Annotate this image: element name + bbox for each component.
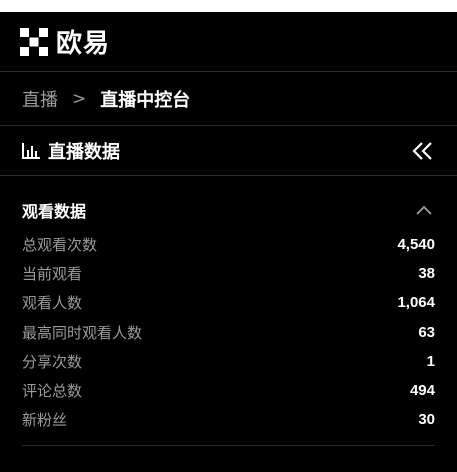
stat-label: 评论总数 — [22, 382, 83, 401]
breadcrumb-parent-link[interactable]: 直播 — [22, 86, 58, 112]
stat-label: 当前观看 — [22, 265, 83, 284]
stat-row-shares: 分享次数 1 — [22, 347, 435, 376]
app-header: 欧易 — [0, 12, 457, 72]
stat-label: 新粉丝 — [22, 411, 68, 430]
collapse-panel-button[interactable] — [411, 139, 435, 163]
breadcrumb-separator-icon: > — [72, 88, 87, 109]
stat-row-total-views: 总观看次数 4,540 — [22, 230, 435, 259]
breadcrumb-current: 直播中控台 — [100, 89, 191, 111]
brand-name[interactable]: 欧易 — [56, 23, 110, 60]
stat-label: 最高同时观看人数 — [22, 323, 143, 342]
stat-value: 38 — [418, 265, 435, 283]
stat-value: 30 — [418, 411, 435, 429]
stat-value: 1,064 — [397, 294, 435, 312]
stat-label: 观看人数 — [22, 294, 83, 313]
bar-chart-icon — [22, 142, 40, 159]
stat-label: 总观看次数 — [22, 236, 98, 255]
viewing-data-header[interactable]: 观看数据 — [22, 196, 435, 224]
double-chevron-left-icon — [412, 141, 432, 160]
divider — [22, 445, 435, 447]
stat-value: 63 — [418, 323, 435, 341]
live-console-panel: 欧易 直播 > 直播中控台 直播数据 观看数据 总观看次数 4,540 当前观看… — [0, 12, 457, 472]
viewing-data-card: 观看数据 总观看次数 4,540 当前观看 38 观看人数 1,064 最高同时… — [0, 176, 457, 447]
stat-value: 1 — [426, 352, 435, 370]
stat-value: 4,540 — [397, 236, 435, 254]
stat-row-unique-viewers: 观看人数 1,064 — [22, 288, 435, 317]
live-data-section-header: 直播数据 — [0, 126, 457, 176]
stat-row-comments: 评论总数 494 — [22, 376, 435, 405]
okx-logo-icon[interactable] — [20, 27, 48, 56]
breadcrumb: 直播 > 直播中控台 — [0, 72, 457, 126]
stat-row-peak-concurrent: 最高同时观看人数 63 — [22, 318, 435, 347]
stat-value: 494 — [409, 382, 435, 400]
stat-row-new-followers: 新粉丝 30 — [22, 405, 435, 434]
stat-row-current-viewers: 当前观看 38 — [22, 259, 435, 288]
viewing-data-title: 观看数据 — [22, 202, 87, 221]
collapse-toggle-button[interactable] — [413, 199, 435, 221]
chevron-up-icon — [416, 205, 432, 215]
section-title: 直播数据 — [48, 141, 120, 163]
stat-label: 分享次数 — [22, 352, 83, 371]
